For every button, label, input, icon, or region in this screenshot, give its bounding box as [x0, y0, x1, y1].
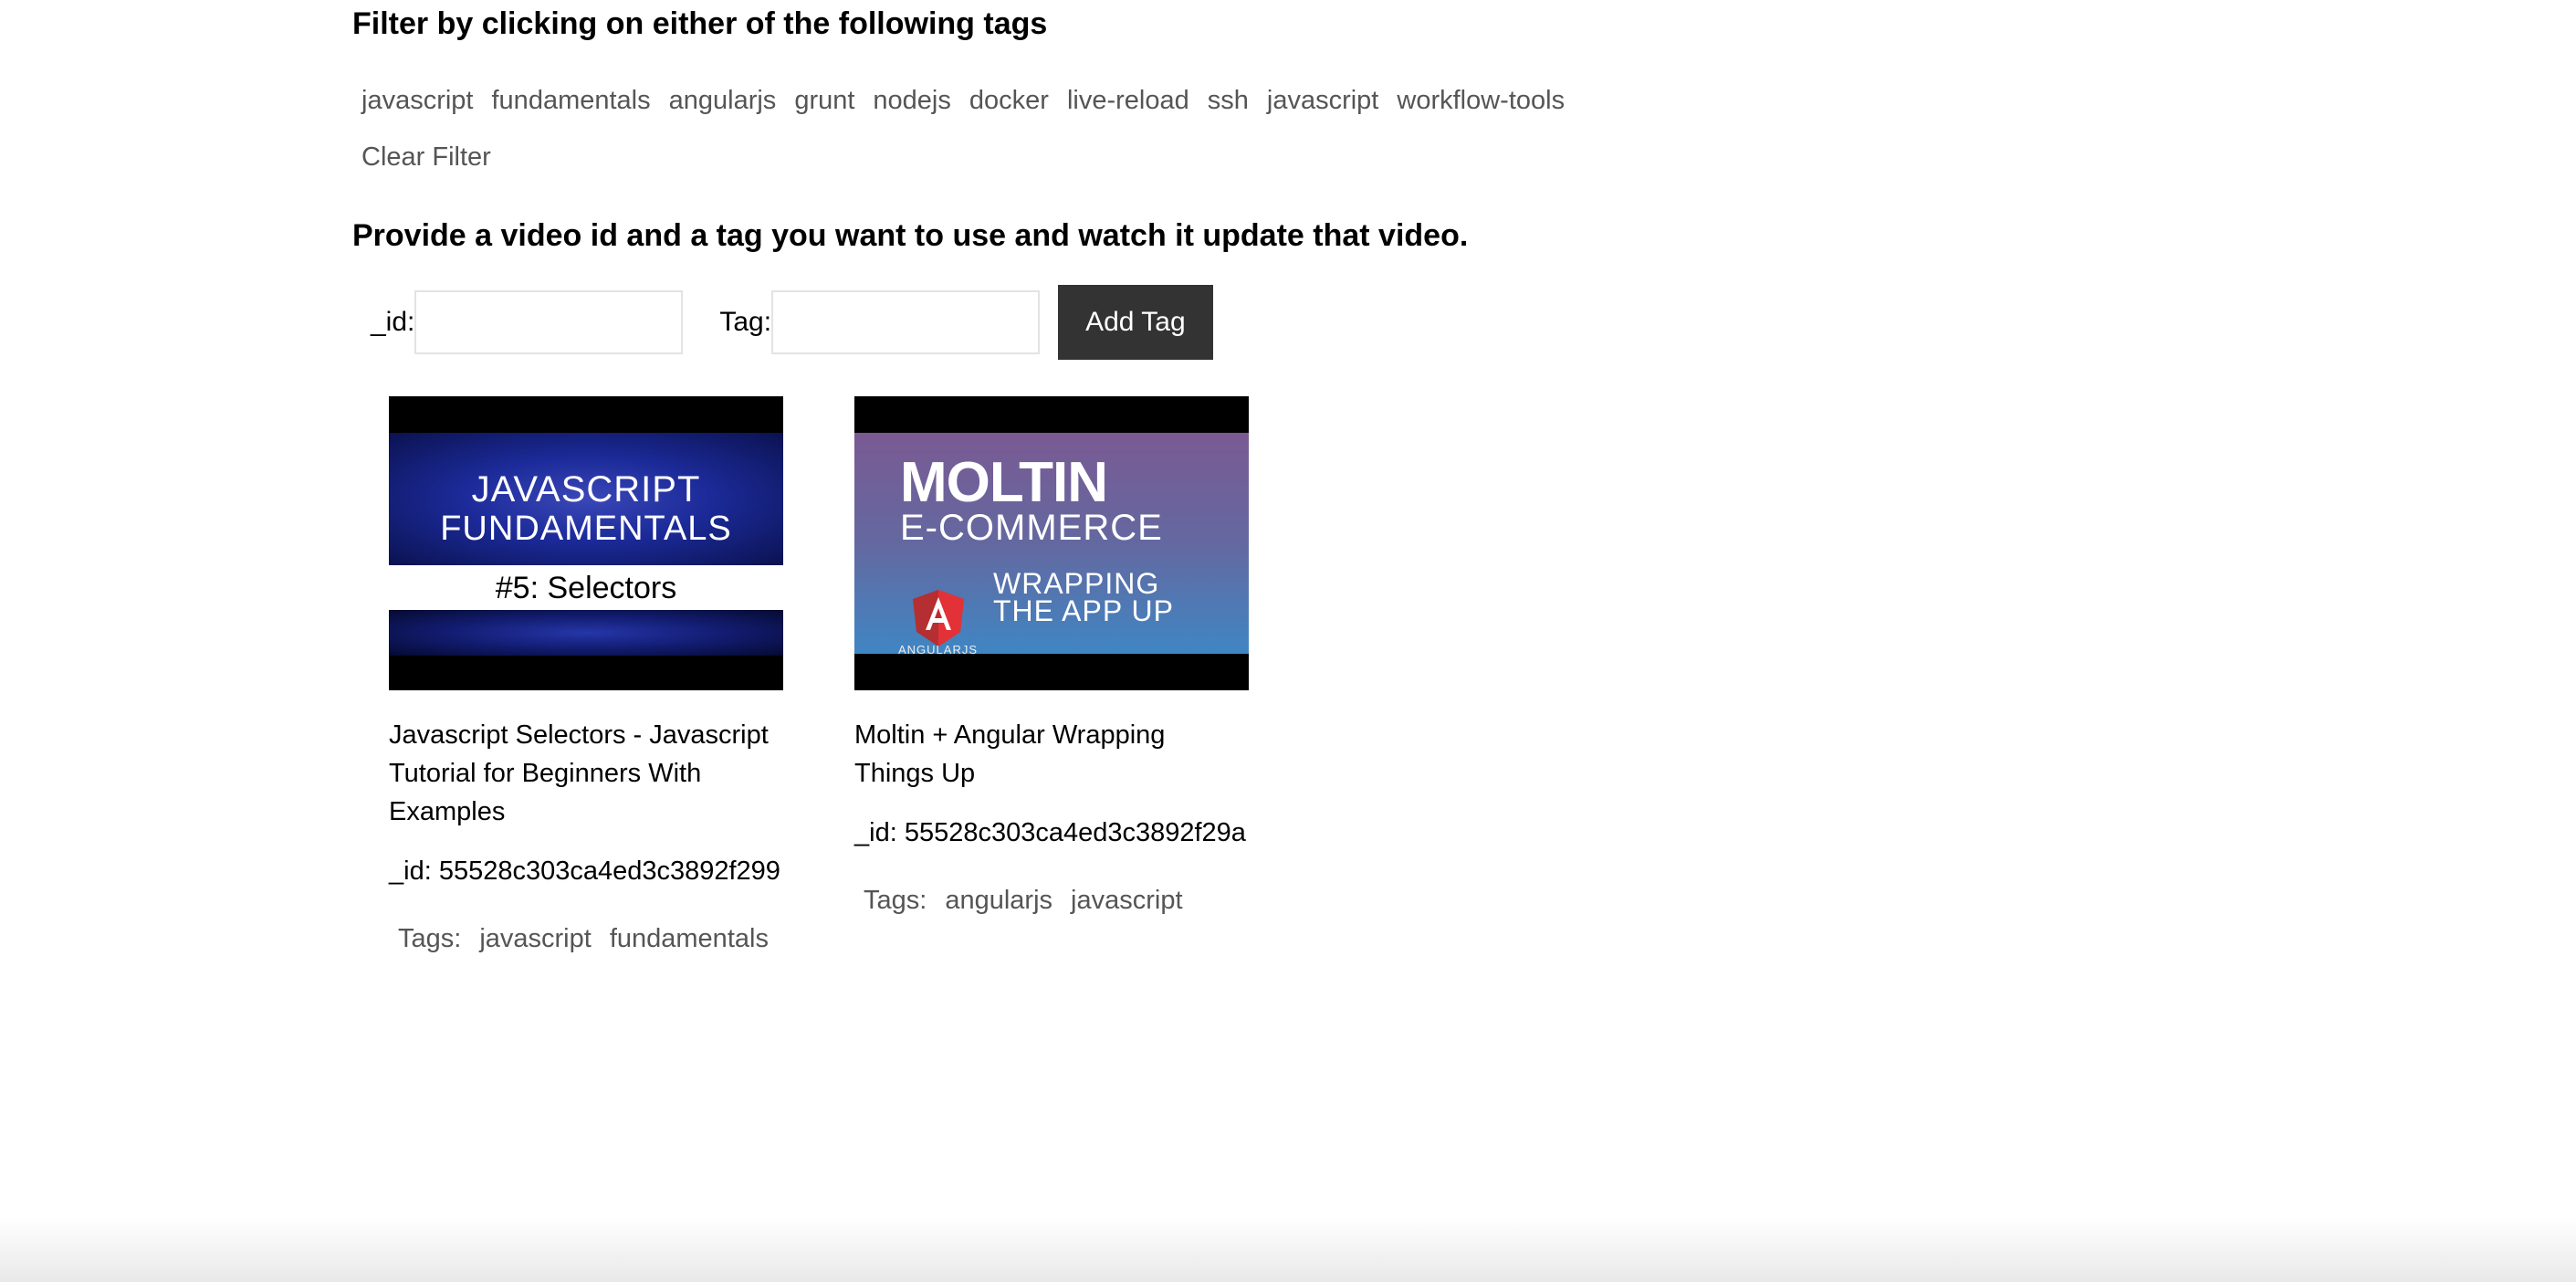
- filter-tag[interactable]: javascript: [1267, 84, 1379, 117]
- video-tag[interactable]: javascript: [479, 922, 592, 955]
- filter-tag[interactable]: grunt: [794, 84, 854, 117]
- filter-tag[interactable]: docker: [969, 84, 1049, 117]
- video-tag-list: Tags: angularjs javascript: [854, 884, 1249, 917]
- filter-tag-list: javascript fundamentals angularjs grunt …: [361, 84, 1583, 117]
- thumbnail-title-line: E-COMMERCE: [900, 508, 1163, 548]
- video-title: Javascript Selectors - Javascript Tutori…: [389, 720, 769, 826]
- filter-tag[interactable]: javascript: [361, 84, 474, 117]
- video-tag[interactable]: javascript: [1071, 884, 1183, 917]
- video-tag[interactable]: fundamentals: [610, 922, 769, 955]
- thumbnail-title-line: THE APP UP: [993, 594, 1174, 627]
- thumbnail-title-line: MOLTIN: [900, 451, 1108, 514]
- tags-label: Tags:: [864, 886, 927, 915]
- video-tag-list: Tags: javascript fundamentals: [389, 922, 783, 955]
- tag-input[interactable]: [771, 290, 1041, 354]
- filter-tag[interactable]: fundamentals: [492, 84, 651, 117]
- window-bottom-shadow: [0, 1218, 2576, 1282]
- filter-tag[interactable]: workflow-tools: [1397, 84, 1565, 117]
- filter-tag[interactable]: live-reload: [1067, 84, 1189, 117]
- tags-label: Tags:: [398, 924, 462, 953]
- thumbnail-title-line: FUNDAMENTALS: [440, 510, 732, 548]
- update-heading: Provide a video id and a tag you want to…: [352, 218, 1469, 253]
- tag-label: Tag:: [719, 307, 772, 337]
- video-id: _id: 55528c303ca4ed3c3892f299: [389, 856, 780, 886]
- thumbnail-title-line: JAVASCRIPT: [471, 469, 701, 510]
- id-input[interactable]: [414, 290, 684, 354]
- filter-tag[interactable]: ssh: [1208, 84, 1249, 117]
- filter-heading: Filter by clicking on either of the foll…: [352, 6, 1048, 41]
- add-tag-form: _id: Tag: Add Tag: [371, 285, 1213, 360]
- angularjs-shield-icon: [913, 590, 964, 646]
- video-thumbnail[interactable]: JAVASCRIPT FUNDAMENTALS #5: Selectors: [389, 396, 783, 690]
- id-label: _id:: [371, 307, 415, 337]
- thumbnail-banner: MOLTIN E-COMMERCE ANGULARJS WRAPPING THE…: [854, 433, 1249, 657]
- angularjs-logo-text: ANGULARJS: [898, 643, 979, 657]
- clear-filter-button[interactable]: Clear Filter: [361, 141, 491, 173]
- filter-tag[interactable]: nodejs: [873, 84, 950, 117]
- video-title: Moltin + Angular Wrapping Things Up: [854, 720, 1166, 788]
- clear-filter-row: Clear Filter: [361, 141, 509, 173]
- video-thumbnail[interactable]: MOLTIN E-COMMERCE ANGULARJS WRAPPING THE…: [854, 396, 1249, 690]
- video-id: _id: 55528c303ca4ed3c3892f29a: [854, 818, 1246, 847]
- thumbnail-title-line: WRAPPING: [993, 567, 1160, 600]
- video-card: JAVASCRIPT FUNDAMENTALS #5: Selectors Ja…: [389, 396, 783, 955]
- add-tag-button[interactable]: Add Tag: [1058, 285, 1213, 360]
- video-card: MOLTIN E-COMMERCE ANGULARJS WRAPPING THE…: [854, 396, 1249, 917]
- video-tag[interactable]: angularjs: [945, 884, 1052, 917]
- thumbnail-banner: JAVASCRIPT FUNDAMENTALS: [389, 433, 783, 565]
- thumbnail-footer-band: [389, 610, 783, 656]
- filter-tag[interactable]: angularjs: [669, 84, 777, 117]
